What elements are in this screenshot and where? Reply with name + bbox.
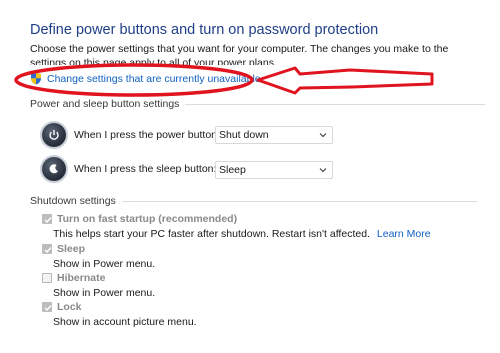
sleep-option[interactable]: Sleep <box>42 243 85 255</box>
chevron-down-icon <box>319 168 327 173</box>
sleep-option-label: Sleep <box>57 243 86 255</box>
power-sleep-section-title: Power and sleep button settings <box>30 98 180 110</box>
fast-startup-description: This helps start your PC faster after sh… <box>53 228 370 240</box>
power-button-select-value: Shut down <box>219 129 269 141</box>
power-button-row: When I press the power button: <box>42 123 234 147</box>
hibernate-option[interactable]: Hibernate <box>42 272 105 284</box>
power-button-select[interactable]: Shut down <box>215 126 333 144</box>
sleep-button-icon <box>42 157 66 181</box>
annotation-arrow <box>256 66 434 95</box>
change-settings-link[interactable]: Change settings that are currently unava… <box>47 73 261 85</box>
chevron-down-icon <box>319 133 327 138</box>
power-button-label: When I press the power button: <box>74 129 220 141</box>
learn-more-link[interactable]: Learn More <box>377 228 431 240</box>
fast-startup-checkbox[interactable] <box>42 214 52 224</box>
uac-shield-icon <box>31 72 41 85</box>
sleep-button-select[interactable]: Sleep <box>215 161 333 179</box>
hibernate-option-description: Show in Power menu. <box>53 287 156 299</box>
lock-option[interactable]: Lock <box>42 301 82 313</box>
sleep-button-label: When I press the sleep button: <box>74 163 217 175</box>
hibernate-option-label: Hibernate <box>57 272 106 284</box>
page-description: Choose the power settings that you want … <box>30 43 449 65</box>
section-divider <box>185 103 486 105</box>
checkmark-icon <box>44 305 52 312</box>
change-settings-row[interactable]: Change settings that are currently unava… <box>30 72 261 85</box>
section-divider <box>121 200 477 202</box>
sleep-checkbox[interactable] <box>42 244 52 254</box>
lock-checkbox[interactable] <box>42 302 52 312</box>
lock-option-description: Show in account picture menu. <box>53 316 197 328</box>
page-title: Define power buttons and turn on passwor… <box>30 22 379 38</box>
hibernate-checkbox[interactable] <box>42 273 52 283</box>
shutdown-section-title: Shutdown settings <box>30 195 116 207</box>
lock-option-label: Lock <box>57 301 82 313</box>
power-sleep-section-header: Power and sleep button settings <box>30 98 486 110</box>
sleep-option-description: Show in Power menu. <box>53 258 156 270</box>
shutdown-section-header: Shutdown settings <box>30 195 477 207</box>
checkmark-icon <box>44 217 52 224</box>
fast-startup-option[interactable]: Turn on fast startup (recommended) <box>42 213 237 225</box>
sleep-button-row: When I press the sleep button: <box>42 157 234 181</box>
power-button-icon <box>42 123 66 147</box>
checkmark-icon <box>44 247 52 254</box>
sleep-button-select-value: Sleep <box>219 164 246 176</box>
fast-startup-description-row: This helps start your PC faster after sh… <box>53 228 431 240</box>
fast-startup-label: Turn on fast startup (recommended) <box>57 213 238 225</box>
